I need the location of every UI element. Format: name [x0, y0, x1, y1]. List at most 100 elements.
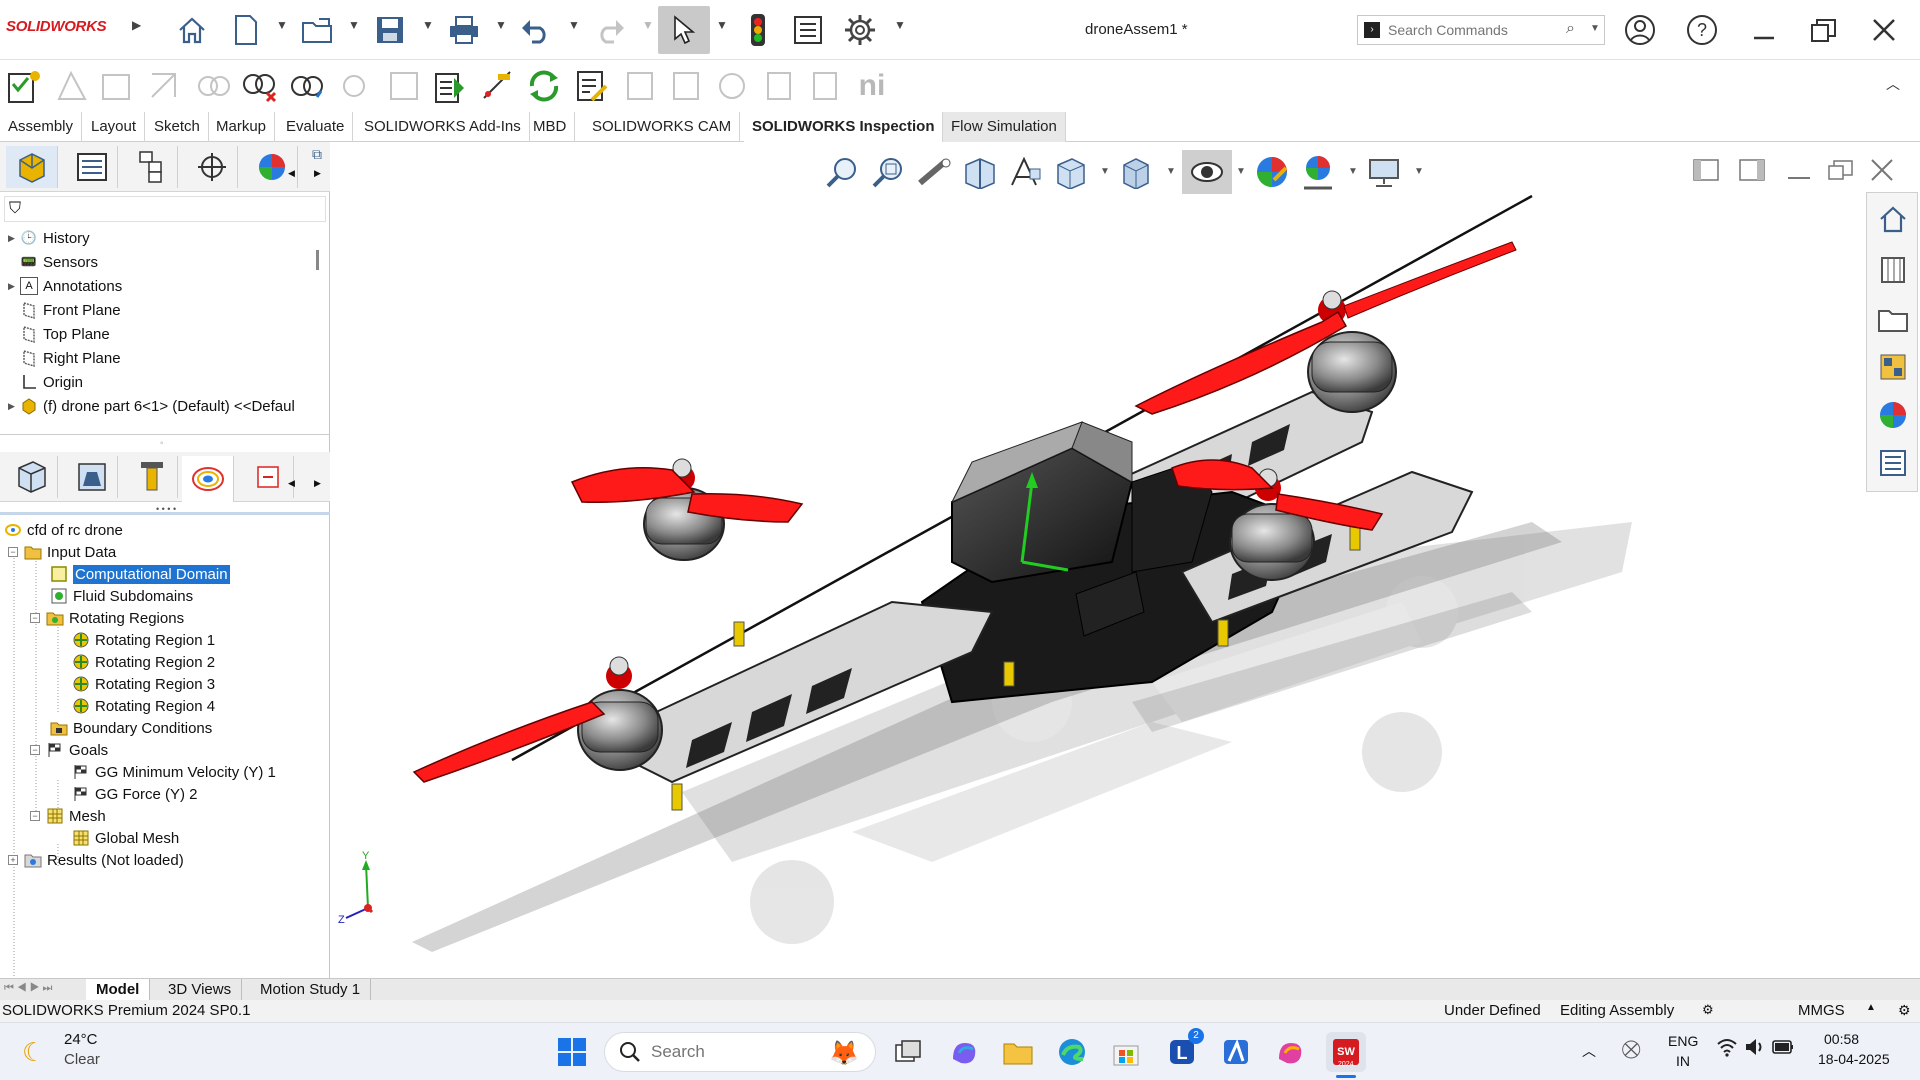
chevron-down-icon[interactable]: ▼ — [894, 18, 906, 32]
teams-l-app-icon[interactable]: L 2 — [1162, 1028, 1204, 1072]
flow-tree-input-data[interactable]: − Input Data — [8, 540, 116, 564]
graphics-area[interactable]: ▼ ▼ ▼ ▼ ▼ Y Z — [332, 142, 1920, 978]
viewport-close-icon[interactable] — [1868, 156, 1898, 184]
scroll-left-icon[interactable]: ◀ — [288, 478, 295, 489]
options-gear-icon[interactable] — [838, 8, 882, 52]
chevron-up-icon[interactable]: ︿ — [1582, 1041, 1596, 1061]
custom-properties-icon[interactable] — [1871, 441, 1915, 485]
configuration-manager-tab-icon[interactable] — [126, 146, 178, 188]
property-manager-tab-icon[interactable] — [66, 146, 118, 188]
tree-item-sensors[interactable]: 📟 Sensors — [20, 250, 98, 274]
edge-browser-icon[interactable] — [1052, 1032, 1092, 1072]
tab-flow-simulation[interactable]: Flow Simulation — [942, 112, 1066, 142]
panel-expand-icon[interactable]: ⧉ — [312, 146, 322, 163]
chevron-up-icon[interactable]: ▲ — [1866, 1002, 1876, 1013]
unit-system[interactable]: MMGS — [1798, 1002, 1845, 1019]
chevron-down-icon[interactable]: ▼ — [422, 18, 434, 32]
collapse-icon[interactable]: − — [30, 613, 40, 623]
chevron-down-icon[interactable]: ▼ — [716, 18, 728, 32]
drawing-check-icon[interactable] — [144, 66, 184, 106]
balloon-refresh-icon[interactable] — [288, 66, 328, 106]
edit-sheet-icon[interactable] — [572, 66, 612, 106]
save-icon[interactable] — [368, 8, 412, 52]
drone-model-3d[interactable] — [332, 142, 1862, 978]
sketch-manager-tab-icon[interactable] — [6, 456, 58, 498]
flow-tree-goal-force[interactable]: GG Force (Y) 2 — [72, 782, 198, 806]
windows-start-icon[interactable] — [552, 1032, 592, 1072]
rebuild-traffic-light-icon[interactable] — [736, 8, 780, 52]
task-pane-home-icon[interactable] — [1871, 197, 1915, 241]
tree-item-top-plane[interactable]: Top Plane — [20, 322, 110, 346]
restore-icon[interactable] — [1802, 12, 1846, 48]
search-commands-input[interactable] — [1388, 16, 1568, 44]
scrollbar-thumb[interactable] — [316, 250, 319, 270]
weather-temp[interactable]: 24°C — [64, 1031, 98, 1048]
cam-manager-tab-icon[interactable] — [126, 456, 178, 498]
open-folder-icon[interactable] — [296, 8, 340, 52]
chevron-down-icon[interactable]: ▼ — [276, 18, 288, 32]
copilot-app-icon[interactable] — [1270, 1032, 1310, 1072]
file-explorer-icon[interactable] — [1871, 297, 1915, 341]
flow-tree-rotating-region-3[interactable]: Rotating Region 3 — [72, 672, 215, 696]
collapse-icon[interactable]: − — [8, 547, 18, 557]
select-pointer-icon[interactable] — [658, 6, 710, 54]
scroll-right-icon[interactable]: ▶ — [314, 478, 321, 489]
volume-icon[interactable] — [1744, 1037, 1766, 1061]
tab-mbd[interactable]: MBD — [525, 112, 576, 142]
sheet-disabled-icon[interactable] — [384, 66, 424, 106]
scroll-right-icon[interactable]: ▶ — [314, 168, 321, 179]
feature-manager-tab-icon[interactable] — [6, 146, 58, 188]
solidworks-logo[interactable]: SOLIDWORKS — [6, 18, 107, 35]
redo-icon[interactable] — [588, 8, 632, 52]
chevron-down-icon[interactable]: ▼ — [1590, 23, 1600, 34]
flow-tree-rotating-region-4[interactable]: Rotating Region 4 — [72, 694, 215, 718]
tab-sketch[interactable]: Sketch — [146, 112, 209, 142]
remove-balloon-icon[interactable] — [240, 66, 280, 106]
tab-motion-study-1[interactable]: Motion Study 1 — [250, 979, 372, 1001]
bom-tool-icon[interactable] — [96, 66, 136, 106]
flow-tree-boundary-conditions[interactable]: Boundary Conditions — [50, 716, 212, 740]
tab-solidworks-cam[interactable]: SOLIDWORKS CAM — [584, 112, 741, 142]
language-bottom[interactable]: IN — [1676, 1053, 1690, 1069]
chevron-down-icon[interactable]: ▼ — [642, 18, 654, 32]
flow-tree-goals[interactable]: − Goals — [30, 738, 108, 762]
export-excel-disabled-icon[interactable] — [668, 66, 708, 106]
tab-scroll-arrows-icon[interactable]: ⏮◀▶⏭ — [4, 982, 55, 995]
scroll-left-icon[interactable]: ◀ — [288, 168, 295, 179]
moon-weather-icon[interactable]: ☾ — [22, 1037, 45, 1068]
chevron-down-icon[interactable]: ▼ — [568, 18, 580, 32]
vector-app-icon[interactable] — [1216, 1032, 1256, 1072]
clock-time[interactable]: 00:58 — [1824, 1031, 1859, 1047]
tree-item-annotations[interactable]: ▶ A Annotations — [8, 274, 122, 298]
flow-tree-rotating-region-1[interactable]: Rotating Region 1 — [72, 628, 215, 652]
tree-item-right-plane[interactable]: Right Plane — [20, 346, 121, 370]
clock-date[interactable]: 18-04-2025 — [1818, 1051, 1890, 1067]
flow-tree-global-mesh[interactable]: Global Mesh — [72, 826, 179, 850]
net-inspect-disabled-icon[interactable]: ni — [852, 66, 892, 106]
edit-characteristic-icon[interactable] — [478, 66, 518, 106]
update-refresh-icon[interactable] — [524, 66, 564, 106]
flow-tree-rotating-regions[interactable]: − Rotating Regions — [30, 606, 184, 630]
wifi-icon[interactable] — [1716, 1037, 1738, 1061]
report-disabled-icon[interactable] — [806, 66, 846, 106]
user-account-icon[interactable] — [1618, 12, 1662, 48]
simulation-manager-tab-icon[interactable] — [66, 456, 118, 498]
solidworks-taskbar-icon[interactable]: SW 2024 — [1326, 1032, 1366, 1072]
close-icon[interactable] — [1862, 12, 1906, 48]
file-properties-icon[interactable] — [786, 8, 830, 52]
filter-box[interactable]: ⛉ — [4, 196, 326, 222]
battery-icon[interactable] — [1772, 1039, 1794, 1059]
tab-assembly[interactable]: Assembly — [0, 112, 83, 142]
network-offline-icon[interactable]: ⛒ — [1622, 1039, 1640, 1060]
chevron-down-icon[interactable]: ▼ — [348, 18, 360, 32]
task-view-icon[interactable] — [888, 1032, 928, 1072]
view-palette-icon[interactable] — [1871, 345, 1915, 389]
flow-simulation-tab-icon[interactable] — [182, 456, 234, 502]
collapse-ribbon-icon[interactable]: ︿ — [1886, 74, 1900, 94]
file-explorer-taskbar-icon[interactable] — [998, 1032, 1038, 1072]
chevron-down-icon[interactable]: ▼ — [495, 18, 507, 32]
tree-item-origin[interactable]: Origin — [20, 370, 83, 394]
home-icon[interactable] — [170, 8, 214, 52]
flow-tree-results[interactable]: + Results (Not loaded) — [8, 848, 184, 872]
taskbar-search-input[interactable] — [651, 1042, 811, 1062]
